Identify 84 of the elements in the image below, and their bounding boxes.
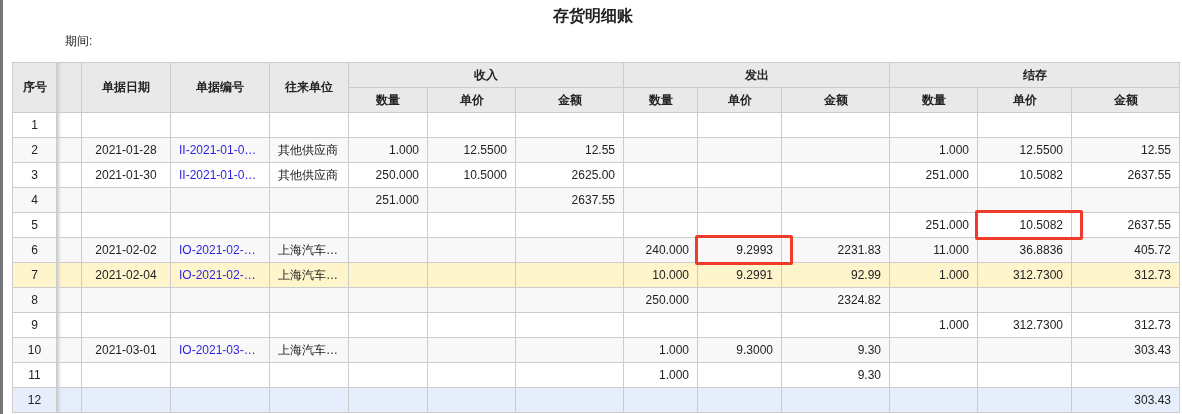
table-cell: 12.5500 bbox=[977, 137, 1072, 163]
table-cell: 上海汽车… bbox=[269, 337, 349, 363]
table-cell: 2021-03-01 bbox=[81, 337, 171, 363]
table-cell: 9.30 bbox=[781, 337, 890, 363]
column-group-header: 收入 bbox=[348, 62, 624, 88]
column-header: 单价 bbox=[977, 87, 1072, 113]
table-row[interactable]: 3 2021-01-30 II-2021-01-0… 其他供应商 250.000 10.5000 2625.00 251.000 10.5082 2637.55 bbox=[12, 162, 1180, 188]
table-cell: 12.5500 bbox=[427, 137, 516, 163]
table-cell: 6 bbox=[12, 237, 57, 263]
table-row[interactable]: 4 251.000 2637.55 bbox=[12, 187, 1180, 213]
column-header: 单价 bbox=[427, 87, 516, 113]
table-cell: 1.000 bbox=[889, 137, 978, 163]
column-header: 金额 bbox=[515, 87, 624, 113]
period-label: 期间: bbox=[65, 34, 93, 48]
column-header: 单价 bbox=[697, 87, 782, 113]
table-cell: 312.73 bbox=[1071, 262, 1180, 288]
table-row[interactable]: 12 303.43 bbox=[12, 387, 1180, 413]
column-header: 单据编号 bbox=[170, 62, 270, 113]
table-cell: 1.000 bbox=[623, 337, 698, 363]
table-row[interactable]: 1 bbox=[12, 112, 1180, 138]
column-group-header: 结存 bbox=[889, 62, 1180, 88]
table-cell: 10.5000 bbox=[427, 162, 516, 188]
table-cell: 1.000 bbox=[889, 312, 978, 338]
table-cell: 12.55 bbox=[1071, 137, 1180, 163]
table-cell: 上海汽车… bbox=[269, 237, 349, 263]
column-group-header: 发出 bbox=[623, 62, 890, 88]
table-cell: 12.55 bbox=[515, 137, 624, 163]
table-cell: 2625.00 bbox=[515, 162, 624, 188]
table-cell: 1.000 bbox=[623, 362, 698, 388]
column-header: 数量 bbox=[889, 87, 978, 113]
column-header: 金额 bbox=[1071, 87, 1180, 113]
table-cell: 2324.82 bbox=[781, 287, 890, 313]
table-row[interactable]: 2 2021-01-28 II-2021-01-0… 其他供应商 1.000 12.5500 12.55 1.000 12.5500 12.55 bbox=[12, 137, 1180, 163]
table-row[interactable]: 6 2021-02-02 IO-2021-02-… 上海汽车… 240.000 9.2993 2231.83 11.000 36.8836 405.72 bbox=[12, 237, 1180, 263]
table-cell: 7 bbox=[12, 262, 57, 288]
table-row[interactable]: 10 2021-03-01 IO-2021-03-… 上海汽车… 1.000 9.3000 9.30 303.43 bbox=[12, 337, 1180, 363]
table-cell: 312.7300 bbox=[977, 312, 1072, 338]
table-row[interactable]: 9 1.000 312.7300 312.73 bbox=[12, 312, 1180, 338]
table-cell: 1.000 bbox=[348, 137, 428, 163]
table-cell: 251.000 bbox=[348, 187, 428, 213]
table-cell: 9.30 bbox=[781, 362, 890, 388]
table-cell: 10.000 bbox=[623, 262, 698, 288]
table-cell: 36.8836 bbox=[977, 237, 1072, 263]
table-cell: 92.99 bbox=[781, 262, 890, 288]
table-cell: 1 bbox=[12, 112, 57, 138]
table-cell: 其他供应商 bbox=[269, 162, 349, 188]
table-cell: 9.3000 bbox=[697, 337, 782, 363]
table-cell: 11.000 bbox=[889, 237, 978, 263]
column-header: 序号 bbox=[12, 62, 57, 113]
table-cell: 2637.55 bbox=[515, 187, 624, 213]
table-cell: 3 bbox=[12, 162, 57, 188]
table-cell: 2021-02-02 bbox=[81, 237, 171, 263]
column-header: 金额 bbox=[781, 87, 890, 113]
table-cell: 9.2991 bbox=[697, 262, 782, 288]
table-cell: 2021-01-28 bbox=[81, 137, 171, 163]
table-cell: 10 bbox=[12, 337, 57, 363]
table-cell: 10.5082 bbox=[977, 162, 1072, 188]
column-header: 单据日期 bbox=[81, 62, 171, 113]
table-cell: 2 bbox=[12, 137, 57, 163]
table-cell: 4 bbox=[12, 187, 57, 213]
report-title: 存货明细账 bbox=[551, 6, 634, 27]
table-cell: 上海汽车… bbox=[269, 262, 349, 288]
column-header: 往来单位 bbox=[269, 62, 349, 113]
table-cell: 312.7300 bbox=[977, 262, 1072, 288]
table-cell: 312.73 bbox=[1071, 312, 1180, 338]
table-cell: 12 bbox=[12, 387, 57, 413]
table-cell: 303.43 bbox=[1071, 337, 1180, 363]
table-cell: 250.000 bbox=[623, 287, 698, 313]
table-cell: 9 bbox=[12, 312, 57, 338]
table-row[interactable]: 7 2021-02-04 IO-2021-02-… 上海汽车… 10.000 9.2991 92.99 1.000 312.7300 312.73 bbox=[12, 262, 1180, 288]
table-cell: 251.000 bbox=[889, 162, 978, 188]
table-cell: 11 bbox=[12, 362, 57, 388]
table-cell: 2021-01-30 bbox=[81, 162, 171, 188]
table-cell: 405.72 bbox=[1071, 237, 1180, 263]
table-row[interactable]: 8 250.000 2324.82 bbox=[12, 287, 1180, 313]
table-row[interactable]: 11 1.000 9.30 bbox=[12, 362, 1180, 388]
table-cell: 2637.55 bbox=[1071, 162, 1180, 188]
table-cell: 其他供应商 bbox=[269, 137, 349, 163]
table-cell: 1.000 bbox=[889, 262, 978, 288]
table-cell: 250.000 bbox=[348, 162, 428, 188]
table-cell: 303.43 bbox=[1071, 387, 1180, 413]
table-cell: 8 bbox=[12, 287, 57, 313]
table-cell: 2021-02-04 bbox=[81, 262, 171, 288]
table-cell: 5 bbox=[12, 212, 57, 238]
